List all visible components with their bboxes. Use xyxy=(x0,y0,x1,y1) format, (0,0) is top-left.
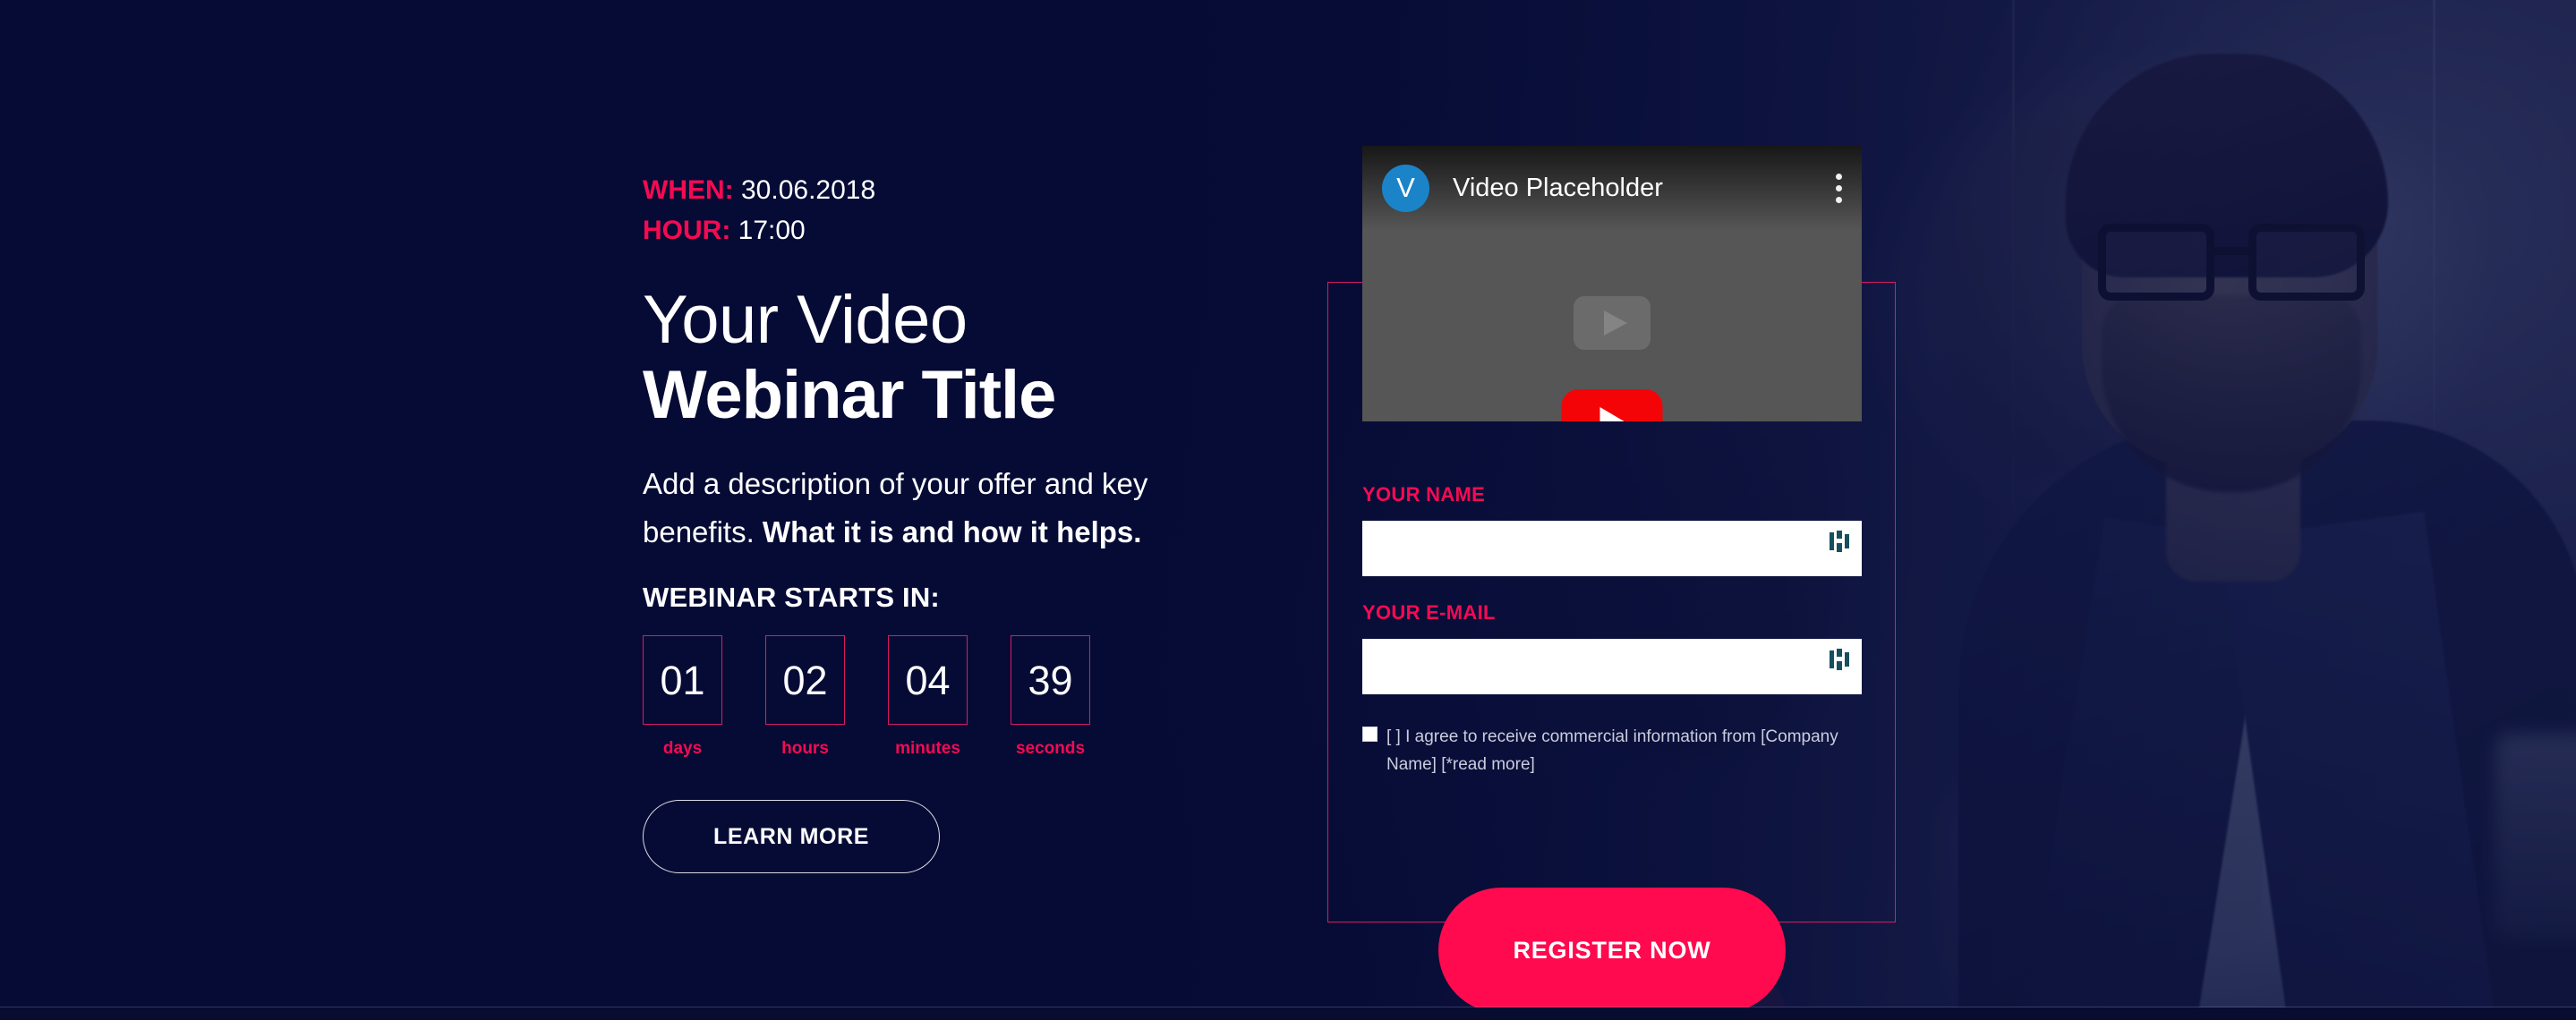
name-input[interactable] xyxy=(1362,521,1862,576)
background-stage xyxy=(0,0,2576,1020)
when-label: WHEN: xyxy=(643,175,734,205)
when-value: 30.06.2018 xyxy=(741,175,876,205)
avatar: V xyxy=(1382,164,1429,212)
hero-content: WHEN: 30.06.2018 HOUR: 17:00 Your Video … xyxy=(643,170,1233,873)
page-title-line1: Your Video xyxy=(643,282,968,358)
countdown-unit-hours: 02 hours xyxy=(765,635,845,759)
countdown-box: 04 xyxy=(888,635,968,725)
youtube-play-icon[interactable] xyxy=(1561,389,1663,421)
video-title: Video Placeholder xyxy=(1453,173,1663,202)
consent-text: [ ] I agree to receive commercial inform… xyxy=(1386,727,1838,774)
below-fold-strip xyxy=(0,1007,2576,1020)
name-field-label: YOUR NAME xyxy=(1362,483,1486,506)
video-placeholder-card[interactable]: V Video Placeholder PUT YOUR VIDEO HERE xyxy=(1362,146,1862,421)
countdown-label: hours xyxy=(781,739,829,758)
consent-checkbox[interactable] xyxy=(1362,727,1378,742)
hero-description-bold: What it is and how it helps. xyxy=(762,515,1142,548)
consent-row: [ ] I agree to receive commercial inform… xyxy=(1362,723,1864,778)
hour-value: 17:00 xyxy=(738,216,806,245)
countdown-value: 04 xyxy=(905,657,951,703)
countdown-value: 39 xyxy=(1028,657,1073,703)
register-now-button[interactable]: REGISTER NOW xyxy=(1438,888,1786,1013)
registration-form: YOUR NAME YOUR E-MAIL [ ] I agree to rec… xyxy=(1362,483,1862,778)
countdown-unit-minutes: 04 minutes xyxy=(888,635,968,759)
email-field-wrapper xyxy=(1362,625,1862,694)
countdown-box: 02 xyxy=(765,635,845,725)
name-field-wrapper xyxy=(1362,506,1862,576)
hour-line: HOUR: 17:00 xyxy=(643,210,1233,251)
hero-description: Add a description of your offer and key … xyxy=(643,460,1215,557)
learn-more-button[interactable]: LEARN MORE xyxy=(643,800,940,873)
countdown-label: days xyxy=(662,739,703,758)
countdown-value: 02 xyxy=(782,657,828,703)
page-title-line2: Webinar Title xyxy=(643,357,1056,433)
countdown-box: 01 xyxy=(643,635,722,725)
countdown-unit-days: 01 days xyxy=(643,635,722,759)
countdown-box: 39 xyxy=(1011,635,1090,725)
field-spacer xyxy=(1362,576,1862,601)
countdown-timer: 01 days 02 hours 04 minutes 39 seconds xyxy=(643,635,1233,759)
countdown-value: 01 xyxy=(660,657,705,703)
email-field-label: YOUR E-MAIL xyxy=(1362,601,1496,624)
background-tint xyxy=(0,0,2576,1020)
countdown-heading: WEBINAR STARTS IN: xyxy=(643,582,940,613)
countdown-label: minutes xyxy=(895,739,960,758)
countdown-label: seconds xyxy=(1015,739,1086,758)
when-line: WHEN: 30.06.2018 xyxy=(643,170,1233,210)
email-input[interactable] xyxy=(1362,639,1862,694)
countdown-unit-seconds: 39 seconds xyxy=(1011,635,1090,759)
kebab-menu-icon[interactable] xyxy=(1836,173,1842,203)
hour-label: HOUR: xyxy=(643,216,731,245)
video-header: V Video Placeholder xyxy=(1362,146,1862,230)
ghost-play-icon xyxy=(1574,296,1651,350)
